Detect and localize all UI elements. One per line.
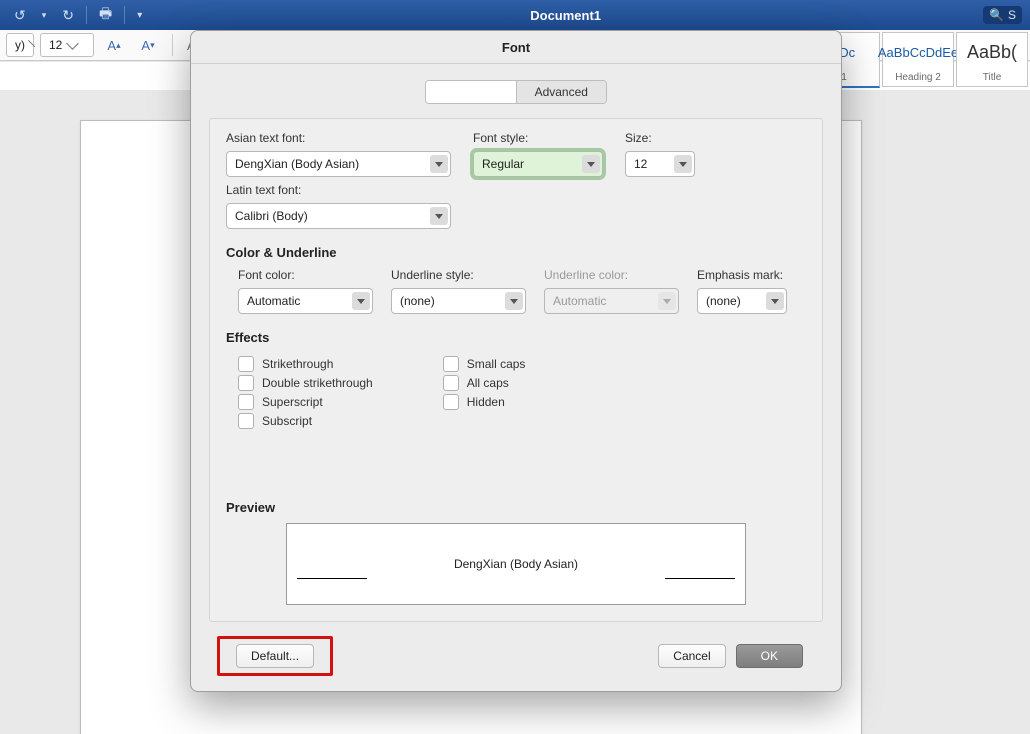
chevron-down-icon [674,155,692,173]
asian-font-label: Asian text font: [226,131,451,145]
decrease-font-icon[interactable]: A▾ [134,34,162,56]
emphasis-mark-combo[interactable]: (none) [697,288,787,314]
document-title: Document1 [148,8,983,23]
superscript-checkbox[interactable]: Superscript [238,394,373,410]
underline-color-value: Automatic [553,294,606,308]
asian-font-combo[interactable]: DengXian (Body Asian) [226,151,451,177]
search-placeholder: S [1008,8,1016,22]
dialog-title: Font [191,31,841,64]
font-size-value: 12 [49,38,62,52]
font-dialog: Font Advanced Asian text font: DengXian … [190,30,842,692]
color-underline-heading: Color & Underline [226,245,806,260]
latin-font-label: Latin text font: [226,183,451,197]
chevron-down-icon [766,292,784,310]
chevron-down-icon [66,37,79,50]
font-panel: Asian text font: DengXian (Body Asian) F… [209,118,823,622]
font-family-select[interactable]: y) [6,33,34,57]
chevron-down-icon [28,40,35,47]
chevron-down-icon [582,155,600,173]
font-family-value: y) [15,38,25,52]
dialog-tabs: Advanced [425,80,607,104]
underline-style-value: (none) [400,294,435,308]
chevron-down-icon [430,207,448,225]
style-card-heading2[interactable]: AaBbCcDdEe Heading 2 [882,32,954,87]
tab-advanced[interactable]: Advanced [516,81,607,103]
underline-color-combo: Automatic [544,288,679,314]
titlebar: ↺ ▾ ↻ 🖶 ▾ Document1 🔍 S [0,0,1030,30]
undo-icon[interactable]: ↺ [8,5,32,26]
style-label: Title [983,72,1002,83]
effects-heading: Effects [226,330,806,345]
size-value: 12 [634,157,647,171]
increase-font-icon[interactable]: A▴ [100,34,128,56]
hidden-checkbox[interactable]: Hidden [443,394,526,410]
latin-font-combo[interactable]: Calibri (Body) [226,203,451,229]
cancel-button[interactable]: Cancel [658,644,725,668]
customize-qat-icon[interactable]: ▾ [131,8,148,23]
chevron-down-icon [658,292,676,310]
ok-button[interactable]: OK [736,644,803,668]
font-style-label: Font style: [473,131,603,145]
font-color-label: Font color: [238,268,373,282]
chevron-down-icon [352,292,370,310]
asian-font-value: DengXian (Body Asian) [235,157,359,171]
underline-color-label: Underline color: [544,268,679,282]
emphasis-mark-label: Emphasis mark: [697,268,787,282]
font-style-combo[interactable]: Regular [473,151,603,177]
chevron-down-icon [505,292,523,310]
double-strikethrough-checkbox[interactable]: Double strikethrough [238,375,373,391]
emphasis-mark-value: (none) [706,294,741,308]
style-sample: AaBbCcDdEe [878,33,958,72]
default-button[interactable]: Default... [236,644,314,668]
style-label: 1 [841,72,847,83]
chevron-down-icon [430,155,448,173]
font-color-value: Automatic [247,294,300,308]
redo-icon[interactable]: ↻ [56,5,80,26]
search-icon: 🔍 [989,8,1004,22]
all-caps-checkbox[interactable]: All caps [443,375,526,391]
preview-text: DengXian (Body Asian) [454,557,578,571]
underline-style-label: Underline style: [391,268,526,282]
default-button-highlight: Default... [217,636,333,676]
style-label: Heading 2 [895,72,941,83]
font-style-value: Regular [482,157,524,171]
size-combo[interactable]: 12 [625,151,695,177]
style-card-title[interactable]: AaBb( Title [956,32,1028,87]
tab-font[interactable] [426,81,516,103]
search-box[interactable]: 🔍 S [983,6,1022,24]
strikethrough-checkbox[interactable]: Strikethrough [238,356,373,372]
preview-heading: Preview [226,500,806,515]
small-caps-checkbox[interactable]: Small caps [443,356,526,372]
preview-box: DengXian (Body Asian) [286,523,746,605]
latin-font-value: Calibri (Body) [235,209,308,223]
underline-style-combo[interactable]: (none) [391,288,526,314]
size-label: Size: [625,131,695,145]
subscript-checkbox[interactable]: Subscript [238,413,373,429]
print-icon[interactable]: 🖶 [93,1,118,29]
font-color-combo[interactable]: Automatic [238,288,373,314]
style-sample: AaBb( [967,33,1017,72]
undo-dropdown-icon[interactable]: ▾ [36,8,53,23]
font-size-select[interactable]: 12 [40,33,94,57]
